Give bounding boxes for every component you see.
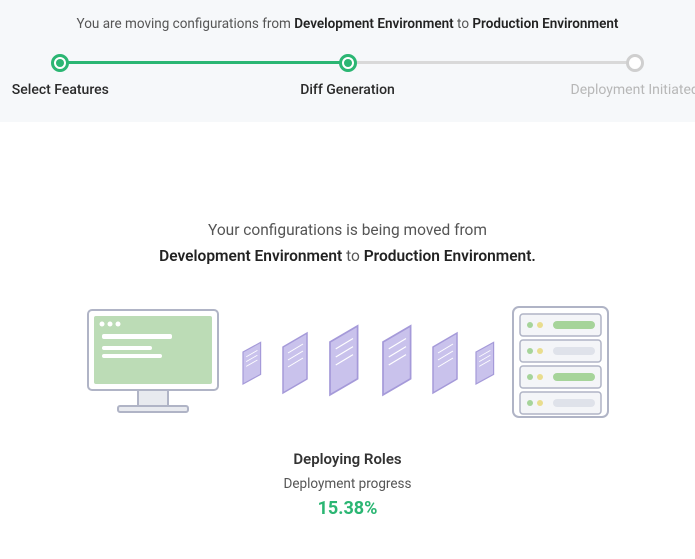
step-label-select-features: Select Features: [12, 82, 109, 98]
progress-percent: 15.38%: [0, 498, 695, 519]
stepper-track-1: [60, 61, 347, 64]
step-label-diff-generation: Diff Generation: [300, 82, 395, 98]
moving-caption-to: Production Environment: [472, 16, 618, 32]
step-label-deployment-initiated: Deployment Initiated: [571, 82, 695, 98]
moving-caption-mid: to: [457, 16, 469, 32]
current-task: Deploying Roles: [0, 450, 695, 468]
server-icon: [513, 307, 608, 417]
main-content: Your configurations is being moved from …: [0, 122, 695, 519]
moving-caption: You are moving configurations from Devel…: [0, 16, 695, 32]
deployment-illustration: [68, 292, 628, 432]
body-line-1: Your configurations is being moved from: [0, 217, 695, 243]
body-to-env: Production Environment.: [364, 247, 536, 265]
step-node-deployment-initiated[interactable]: [626, 54, 644, 72]
moving-caption-prefix: You are moving configurations from: [77, 16, 291, 32]
status-block: Deploying Roles Deployment progress 15.3…: [0, 450, 695, 519]
step-node-diff-generation[interactable]: [339, 54, 357, 72]
files-icon: [243, 326, 494, 395]
monitor-icon: [88, 310, 218, 412]
moving-caption-from: Development Environment: [294, 16, 453, 32]
stepper: Select Features Diff Generation Deployme…: [42, 54, 653, 102]
wizard-header: You are moving configurations from Devel…: [0, 0, 695, 122]
body-from-env: Development Environment: [159, 247, 342, 265]
body-mid: to: [346, 247, 360, 265]
step-node-select-features[interactable]: [51, 54, 69, 72]
stepper-track-2: [348, 61, 635, 64]
body-line-2: Development Environment to Production En…: [0, 243, 695, 269]
progress-label: Deployment progress: [0, 476, 695, 492]
